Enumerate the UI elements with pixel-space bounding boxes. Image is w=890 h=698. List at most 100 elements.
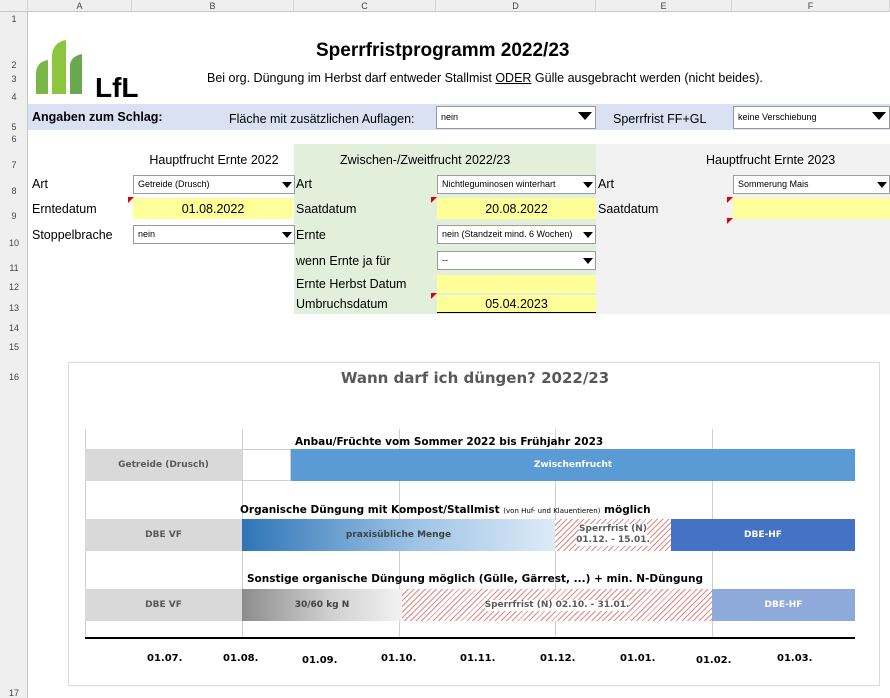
x-tick: 01.07. <box>147 653 183 664</box>
wenn-ernte-value: -- <box>442 255 448 265</box>
section2-title-main: Organische Düngung mit Kompost/Stallmist <box>240 504 504 516</box>
row-header[interactable]: 15 <box>0 333 28 352</box>
saatdatum-label-zf: Saatdatum <box>296 202 357 216</box>
column-header-e[interactable]: E <box>596 0 732 12</box>
row-header[interactable]: 5 <box>0 102 28 132</box>
row-header[interactable]: 10 <box>0 221 28 248</box>
select-all-corner[interactable] <box>0 0 28 12</box>
row-header[interactable]: 17 <box>0 382 28 698</box>
bar-30-60-kg: 30/60 kg N <box>242 589 402 621</box>
ernte-value-zf: nein (Standzeit mind. 6 Wochen) <box>442 229 573 239</box>
ernte-herbst-cell[interactable] <box>437 275 596 293</box>
row-header[interactable]: 7 <box>0 144 28 170</box>
art-label-zf: Art <box>296 177 312 191</box>
bar-praxisuebliche-menge: praxisübliche Menge <box>242 519 555 551</box>
chevron-down-icon[interactable] <box>579 176 595 193</box>
sperrfrist-label-1: Sperrfrist (N) <box>579 524 647 535</box>
subtitle-text: Bei org. Düngung im Herbst darf entweder… <box>207 71 496 85</box>
page-title: Sperrfristprogramm 2022/23 <box>316 40 570 61</box>
sperrfrist-label: Sperrfrist FF+GL <box>613 112 707 126</box>
hauptfrucht-2023-heading: Hauptfrucht Ernte 2023 <box>706 153 836 167</box>
section2-title: Organische Düngung mit Kompost/Stallmist… <box>240 504 651 516</box>
stoppel-dropdown[interactable]: nein <box>133 225 295 244</box>
auflagen-dropdown[interactable]: nein <box>436 106 596 129</box>
stoppel-label: Stoppelbrache <box>32 228 113 242</box>
bar-dbe-hf-2: DBE-HF <box>671 519 855 551</box>
subtitle-emphasis: ODER <box>495 71 532 85</box>
sperrfrist-dropdown[interactable]: keine Verschiebung <box>733 106 890 129</box>
row-header[interactable]: 13 <box>0 292 28 313</box>
comment-indicator[interactable] <box>727 197 733 203</box>
row-header[interactable]: 3 <box>0 70 28 84</box>
art-label-2022: Art <box>32 177 48 191</box>
logo-text: LfL <box>95 72 139 103</box>
x-tick: 01.01. <box>620 653 656 664</box>
section2-title-small: (von Huf- und Klauentieren) <box>503 507 601 515</box>
x-tick: 01.08. <box>223 653 259 664</box>
art-label-2023: Art <box>598 177 614 191</box>
x-tick: 01.02. <box>696 655 732 666</box>
sperrfrist-value: keine Verschiebung <box>738 112 817 122</box>
chart-title: Wann darf ich düngen? 2022/23 <box>340 369 610 387</box>
erntedatum-label: Erntedatum <box>32 202 97 216</box>
row-header[interactable]: 1 <box>0 12 28 24</box>
subtitle-text-end: Gülle ausgebracht werden (nicht beides). <box>531 71 763 85</box>
auflagen-value: nein <box>441 112 459 122</box>
umbruch-value[interactable]: 05.04.2023 <box>437 295 596 313</box>
column-header-c[interactable]: C <box>294 0 436 12</box>
art-value-2022: Getreide (Drusch) <box>138 179 210 189</box>
column-header-b[interactable]: B <box>132 0 294 12</box>
column-header-d[interactable]: D <box>436 0 596 12</box>
row-header[interactable]: 16 <box>0 352 28 382</box>
chevron-down-icon[interactable] <box>873 176 889 193</box>
saatdatum-label-2023: Saatdatum <box>598 202 659 216</box>
row-header[interactable]: 4 <box>0 84 28 102</box>
bar-gap <box>242 449 291 481</box>
x-tick: 01.10. <box>381 653 417 664</box>
ernte-label-zf: Ernte <box>296 228 326 242</box>
erntedatum-value[interactable]: 01.08.2022 <box>133 200 293 218</box>
section3-title: Sonstige organische Düngung möglich (Gül… <box>247 573 704 585</box>
zwischenfrucht-heading: Zwischen-/Zweitfrucht 2022/23 <box>340 153 511 167</box>
fertilization-chart[interactable]: Wann darf ich düngen? 2022/23 Anbau/Früc… <box>68 362 880 686</box>
ernte-herbst-label: Ernte Herbst Datum <box>296 277 407 291</box>
chevron-down-icon[interactable] <box>278 226 294 243</box>
hauptfrucht-2023-section <box>596 144 890 314</box>
schlag-label: Angaben zum Schlag: <box>32 110 163 124</box>
page-subtitle: Bei org. Düngung im Herbst darf entweder… <box>207 71 763 85</box>
row-header[interactable]: 12 <box>0 273 28 292</box>
row-header[interactable]: 11 <box>0 248 28 273</box>
chevron-down-icon[interactable] <box>867 107 889 128</box>
x-tick: 01.03. <box>777 653 813 664</box>
row-header[interactable]: 9 <box>0 196 28 221</box>
wenn-ernte-dropdown[interactable]: -- <box>437 251 596 270</box>
wheat-leaf-icon <box>36 40 82 94</box>
ernte-dropdown-zf[interactable]: nein (Standzeit mind. 6 Wochen) <box>437 225 596 244</box>
row-header[interactable]: 2 <box>0 24 28 70</box>
art-dropdown-2023[interactable]: Sommerung Mais <box>733 175 890 194</box>
chevron-down-icon[interactable] <box>579 252 595 269</box>
column-header-a[interactable]: A <box>28 0 132 12</box>
art-dropdown-2022[interactable]: Getreide (Drusch) <box>133 175 295 194</box>
bar-dbe-vf-3: DBE VF <box>85 589 242 621</box>
bar-zwischenfrucht: Zwischenfrucht <box>291 449 855 481</box>
chevron-down-icon[interactable] <box>579 226 595 243</box>
x-tick: 01.12. <box>540 653 576 664</box>
row-header[interactable]: 8 <box>0 170 28 196</box>
section2-title-end: möglich <box>600 504 651 516</box>
row-header[interactable]: 6 <box>0 132 28 144</box>
saatdatum-value-zf[interactable]: 20.08.2022 <box>437 200 596 218</box>
sperrfrist-label-2: 01.12. - 15.01. <box>576 535 650 546</box>
chevron-down-icon[interactable] <box>573 107 595 128</box>
saatdatum-cell-2023[interactable] <box>733 198 890 219</box>
art-value-2023: Sommerung Mais <box>738 179 809 189</box>
bar-getreide: Getreide (Drusch) <box>85 449 242 481</box>
bar-sperrfrist-guelle: Sperrfrist (N) 02.10. - 31.01. <box>402 589 712 621</box>
art-dropdown-zf[interactable]: Nichtleguminosen winterhart <box>437 175 596 194</box>
chevron-down-icon[interactable] <box>278 176 294 193</box>
row-header[interactable]: 14 <box>0 313 28 333</box>
bar-sperrfrist-stallmist: Sperrfrist (N) 01.12. - 15.01. <box>555 519 671 551</box>
column-header-f[interactable]: F <box>732 0 890 12</box>
comment-indicator[interactable] <box>727 218 733 224</box>
section1-title: Anbau/Früchte vom Sommer 2022 bis Frühja… <box>295 436 604 448</box>
